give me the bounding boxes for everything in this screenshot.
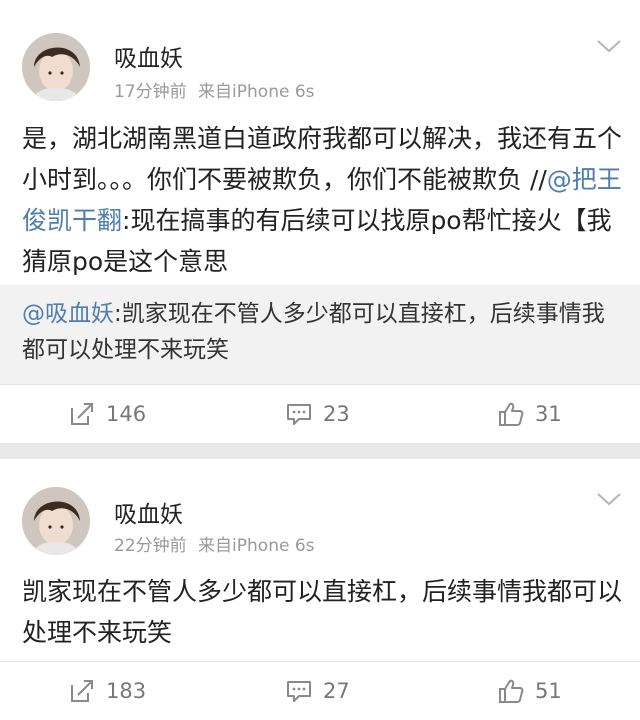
comment-icon	[287, 681, 311, 702]
share-icon	[71, 403, 93, 425]
repost-button[interactable]: 146	[68, 385, 146, 443]
post-time: 22分钟前	[114, 536, 187, 556]
like-count: 31	[535, 402, 562, 426]
post-content: 凯家现在不管人多少都可以直接杠，后续事情我都可以处理不来玩笑	[22, 577, 623, 647]
avatar[interactable]	[22, 487, 90, 555]
avatar[interactable]	[22, 33, 90, 101]
comment-count: 23	[323, 402, 350, 426]
post-meta: 17分钟前 来自iPhone 6s	[114, 77, 315, 102]
weibo-post: 吸血妖 17分钟前 来自iPhone 6s 是，湖北湖南黑道白道政府我都可以解决…	[0, 0, 640, 443]
like-count: 51	[535, 679, 562, 703]
share-icon	[71, 680, 93, 702]
repost-button[interactable]: 183	[68, 662, 146, 720]
reposted-content[interactable]: @吸血妖:凯家现在不管人多少都可以直接杠，后续事情我都可以处理不来玩笑	[0, 285, 640, 384]
chevron-down-icon[interactable]	[596, 491, 622, 507]
comment-count: 27	[323, 679, 350, 703]
post-text: 是，湖北湖南黑道白道政府我都可以解决，我还有五个小时到。。。你们不要被欺负，你们…	[22, 124, 623, 194]
repost-count: 146	[106, 402, 147, 426]
thumbs-up-icon	[499, 679, 524, 703]
weibo-post: 吸血妖 22分钟前 来自iPhone 6s 凯家现在不管人多少都可以直接杠，后续…	[0, 459, 640, 720]
post-meta: 22分钟前 来自iPhone 6s	[114, 531, 315, 556]
post-source: 来自iPhone 6s	[198, 82, 315, 102]
username[interactable]: 吸血妖	[114, 39, 183, 73]
post-time: 17分钟前	[114, 82, 187, 102]
mention-link[interactable]: @吸血妖	[22, 301, 114, 327]
repost-count: 183	[106, 679, 147, 703]
avatar-image	[22, 33, 90, 101]
comment-icon	[287, 404, 311, 425]
avatar-image	[22, 487, 90, 555]
like-button[interactable]: 51	[497, 662, 562, 720]
post-content: 是，湖北湖南黑道白道政府我都可以解决，我还有五个小时到。。。你们不要被欺负，你们…	[22, 118, 622, 282]
chevron-down-icon[interactable]	[596, 38, 622, 54]
action-bar: 146 23 31	[0, 385, 640, 443]
repost-text: @吸血妖:凯家现在不管人多少都可以直接杠，后续事情我都可以处理不来玩笑	[22, 296, 622, 368]
comment-button[interactable]: 23	[285, 385, 350, 443]
post-source: 来自iPhone 6s	[198, 536, 315, 556]
action-bar: 183 27 51	[0, 662, 640, 720]
comment-button[interactable]: 27	[285, 662, 350, 720]
thumbs-up-icon	[499, 402, 524, 426]
like-button[interactable]: 31	[497, 385, 562, 443]
username[interactable]: 吸血妖	[114, 495, 183, 529]
